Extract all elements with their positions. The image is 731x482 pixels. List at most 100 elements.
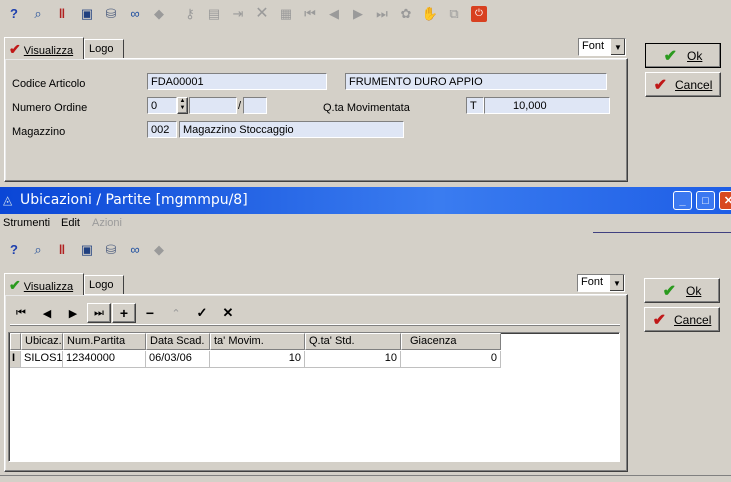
help-icon[interactable]: ? bbox=[6, 242, 22, 258]
numero-ordine-label: Numero Ordine bbox=[12, 102, 88, 114]
magazzino-code-field[interactable]: 002 bbox=[147, 121, 177, 138]
chevron-down-icon[interactable]: ▼ bbox=[610, 39, 625, 55]
tab-visualizza-upper[interactable]: ✔ Visualizza bbox=[4, 37, 84, 59]
row-indicator: I bbox=[10, 351, 21, 368]
post-record-icon[interactable]: ✓ bbox=[190, 303, 214, 323]
delete-icon[interactable]: ✕ bbox=[254, 6, 270, 22]
first-record-icon[interactable]: ⏮ bbox=[9, 303, 33, 323]
database-icon[interactable]: ⛁ bbox=[103, 6, 119, 22]
close-app-icon[interactable]: ⏻ bbox=[471, 6, 487, 22]
edit-record-icon: ⌃ bbox=[171, 307, 181, 320]
help-icon[interactable]: ? bbox=[6, 6, 22, 22]
window-title: Ubicazioni / Partite [mgmmpu/8] bbox=[20, 192, 248, 208]
monitor-icon[interactable]: ▣ bbox=[79, 242, 95, 258]
column-header-num-partita[interactable]: Num.Partita bbox=[63, 333, 146, 350]
column-header-giacenza[interactable]: Giacenza bbox=[401, 333, 501, 350]
magazzino-label: Magazzino bbox=[12, 126, 66, 138]
qta-unit-field[interactable]: T bbox=[466, 97, 484, 114]
monitor-icon[interactable]: ▣ bbox=[79, 6, 95, 22]
cancel-label: Cancel bbox=[674, 312, 712, 327]
hand-icon[interactable]: ✋ bbox=[422, 6, 438, 22]
first-record-icon[interactable]: ⏮ bbox=[302, 6, 318, 22]
numero-ordine-suffix-field[interactable] bbox=[189, 97, 237, 114]
glasses-icon[interactable]: ∞ bbox=[127, 6, 143, 22]
next-record-icon[interactable]: ▶ bbox=[350, 6, 366, 22]
tab-logo-upper[interactable]: Logo bbox=[84, 39, 124, 59]
check-icon: ✔ bbox=[663, 47, 678, 65]
key-icon[interactable]: ⚷ bbox=[182, 6, 198, 22]
column-header-qta-std[interactable]: Q.ta' Std. bbox=[305, 333, 401, 350]
export-icon[interactable]: ⇥ bbox=[230, 6, 246, 22]
cell-giacenza[interactable]: 0 bbox=[401, 351, 501, 368]
codice-articolo-label: Codice Articolo bbox=[12, 78, 86, 90]
tab-visualizza-lower[interactable]: ✔ Visualizza bbox=[4, 273, 84, 295]
last-record-icon[interactable]: ⏭ bbox=[87, 303, 111, 323]
cell-ubicaz[interactable]: SILOS1 bbox=[21, 351, 63, 368]
cell-qta-movim[interactable]: 10 bbox=[210, 351, 305, 368]
menu-strumenti[interactable]: Strumenti bbox=[3, 217, 50, 229]
prev-record-icon[interactable]: ◀ bbox=[326, 6, 342, 22]
close-button[interactable]: ✕ bbox=[719, 191, 731, 210]
check-icon: ✔ bbox=[9, 41, 21, 57]
numero-ordine-spinner[interactable]: ▲ ▼ bbox=[177, 97, 188, 114]
insert-record-icon[interactable]: + bbox=[112, 303, 136, 323]
tab-label: Logo bbox=[89, 279, 114, 291]
ok-button-lower[interactable]: ✔ Ok bbox=[644, 278, 720, 303]
column-header-ubicaz[interactable]: Ubicaz. bbox=[21, 333, 63, 350]
cross-icon: ✔ bbox=[653, 76, 668, 94]
check-icon: ✔ bbox=[9, 277, 21, 293]
tab-label: Visualizza bbox=[23, 281, 74, 293]
ruler-icon[interactable]: ‖ bbox=[54, 242, 70, 258]
tab-label: Logo bbox=[89, 43, 114, 55]
cell-qta-std[interactable]: 10 bbox=[305, 351, 401, 368]
descrizione-field[interactable]: FRUMENTO DURO APPIO bbox=[345, 73, 607, 90]
qta-value: 10,000 bbox=[513, 100, 547, 112]
cancel-button-lower[interactable]: ✔ Cancel bbox=[644, 307, 720, 332]
prev-record-icon[interactable]: ◀ bbox=[35, 303, 59, 323]
grid-icon[interactable]: ▦ bbox=[278, 6, 294, 22]
cell-data-scad[interactable]: 06/03/06 bbox=[146, 351, 210, 368]
ok-label: Ok bbox=[687, 48, 703, 63]
cancel-button-upper[interactable]: ✔ Cancel bbox=[645, 72, 721, 97]
magazzino-desc-field[interactable]: Magazzino Stoccaggio bbox=[179, 121, 404, 138]
font-combo-upper[interactable]: Font ▼ bbox=[578, 38, 626, 56]
refresh-icon[interactable]: ✿ bbox=[398, 6, 414, 22]
minimize-button[interactable]: _ bbox=[673, 191, 692, 210]
edit-record-icon[interactable]: ▤ bbox=[206, 6, 222, 22]
ok-label: Ok bbox=[686, 283, 702, 298]
delete-record-icon[interactable]: − bbox=[138, 303, 162, 323]
ok-button-upper[interactable]: ✔ Ok bbox=[645, 43, 721, 68]
column-header-data-scad[interactable]: Data Scad. bbox=[146, 333, 210, 350]
window-title-bar[interactable]: ◬ Ubicazioni / Partite [mgmmpu/8] _ □ ✕ bbox=[0, 187, 731, 214]
font-combo-value: Font bbox=[581, 276, 604, 288]
qta-value-field[interactable]: 10,000 bbox=[484, 97, 610, 114]
column-header-qta-movim[interactable]: ta' Movim. bbox=[210, 333, 305, 350]
grid-row-indicator-header bbox=[10, 333, 21, 350]
chevron-down-icon[interactable]: ▼ bbox=[609, 275, 624, 291]
ruler-icon[interactable]: ‖ bbox=[54, 6, 70, 22]
cancel-record-icon[interactable]: ✕ bbox=[216, 303, 240, 323]
diamond-icon[interactable]: ◆ bbox=[151, 242, 167, 258]
search-doc-icon[interactable]: ⌕ bbox=[30, 6, 46, 22]
check-icon: ✔ bbox=[662, 282, 677, 300]
database-icon[interactable]: ⛁ bbox=[103, 242, 119, 258]
cell-num-partita[interactable]: 12340000 bbox=[63, 351, 146, 368]
search-doc-icon[interactable]: ⌕ bbox=[30, 242, 46, 258]
next-record-icon[interactable]: ▶ bbox=[61, 303, 85, 323]
menu-azioni: Azioni bbox=[92, 217, 122, 229]
glasses-icon[interactable]: ∞ bbox=[127, 242, 143, 258]
numero-ordine-field[interactable]: 0 bbox=[147, 97, 177, 114]
font-combo-lower[interactable]: Font ▼ bbox=[577, 274, 625, 292]
tab-label: Visualizza bbox=[23, 45, 74, 57]
cross-icon: ✔ bbox=[652, 311, 667, 329]
copy-icon[interactable]: ⧉ bbox=[446, 6, 462, 22]
menu-edit[interactable]: Edit bbox=[61, 217, 80, 229]
tab-logo-lower[interactable]: Logo bbox=[84, 275, 124, 295]
slash-separator: / bbox=[238, 100, 242, 112]
last-record-icon[interactable]: ⏭ bbox=[374, 6, 390, 22]
lower-toolbar: ? ⌕ ‖ ▣ ⛁ ∞ ◆ bbox=[0, 236, 200, 262]
numero-ordine-year-field[interactable] bbox=[243, 97, 267, 114]
diamond-icon[interactable]: ◆ bbox=[151, 6, 167, 22]
maximize-button[interactable]: □ bbox=[696, 191, 715, 210]
codice-articolo-field[interactable]: FDA00001 bbox=[147, 73, 327, 90]
